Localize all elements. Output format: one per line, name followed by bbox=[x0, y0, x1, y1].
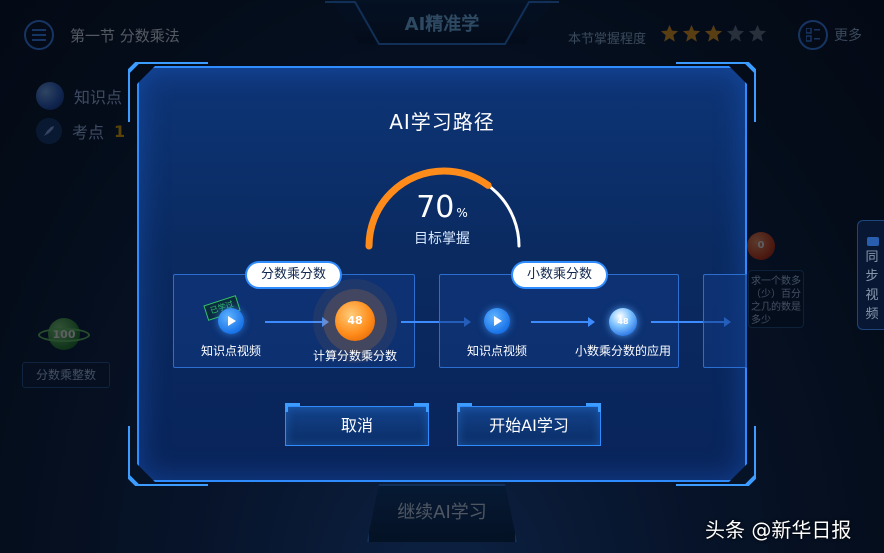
gauge-value: 70% bbox=[416, 190, 468, 225]
dialog-title: AI学习路径 bbox=[389, 110, 495, 134]
group-pill: 小数乘分数 bbox=[513, 263, 606, 287]
gauge-label: 目标掌握 bbox=[414, 231, 470, 247]
play-icon[interactable] bbox=[484, 308, 510, 334]
play-icon[interactable] bbox=[218, 308, 244, 334]
ai-learning-path-dialog: AI学习路径 70% 目标掌握 分数乘分数 已学过 知识点视频 48 计算分数乘… bbox=[137, 66, 747, 482]
step-video[interactable]: 知识点视频 bbox=[467, 308, 527, 359]
score-ball[interactable]: 48 bbox=[335, 301, 375, 341]
step-label: 小数乘分数的应用 bbox=[575, 344, 672, 358]
group-pill: 分数乘分数 bbox=[247, 263, 340, 287]
start-ai-learning-button[interactable]: 开始AI学习 bbox=[457, 406, 601, 446]
step-calculate[interactable]: 48 计算分数乘分数 bbox=[313, 301, 397, 364]
step-video[interactable]: 知识点视频 bbox=[201, 308, 261, 359]
watermark: 头条 @新华日报 bbox=[705, 518, 852, 542]
score-ball[interactable]: 48 bbox=[609, 308, 637, 336]
step-label: 知识点视频 bbox=[467, 344, 528, 358]
step-application[interactable]: 48 小数乘分数的应用 bbox=[575, 308, 671, 359]
step-label: 知识点视频 bbox=[201, 344, 262, 358]
path-group-next bbox=[703, 274, 749, 368]
cancel-button[interactable]: 取消 bbox=[285, 406, 429, 446]
step-label: 计算分数乘分数 bbox=[313, 349, 398, 363]
